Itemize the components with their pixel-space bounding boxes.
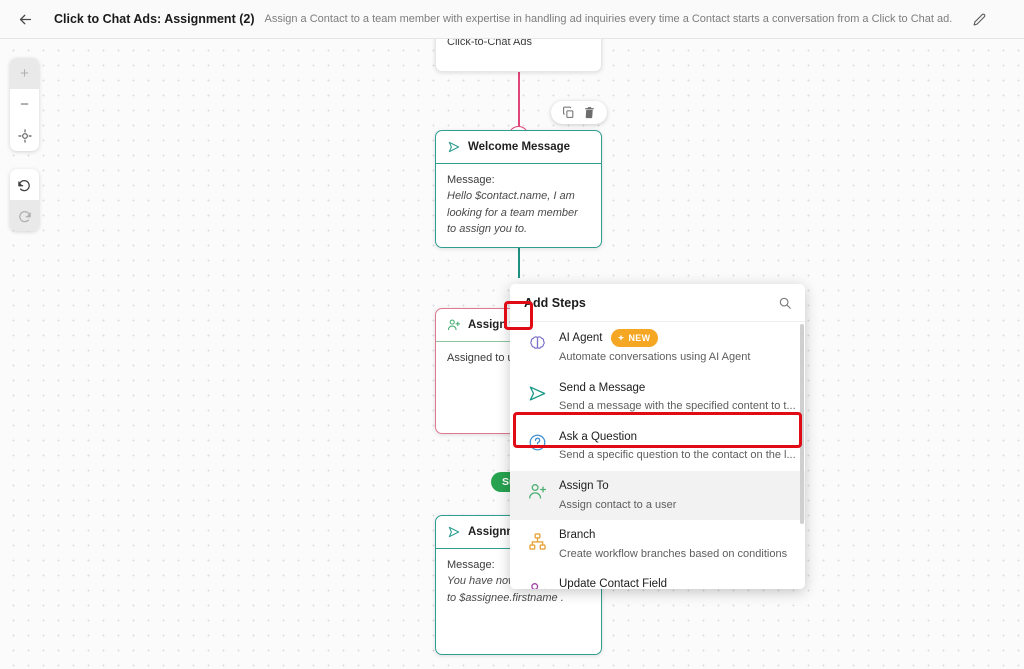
assign-user-icon	[447, 319, 461, 331]
node-welcome-message[interactable]: Welcome Message Message: Hello $contact.…	[435, 130, 602, 248]
update-contact-icon	[526, 579, 548, 589]
connector-trigger-welcome	[518, 69, 520, 129]
search-icon	[779, 297, 791, 309]
new-badge-label: NEW	[628, 332, 651, 343]
step-name-row: Update Contact Field	[559, 576, 791, 589]
minus-icon: −	[20, 96, 29, 113]
step-description: Send a message with the specified conten…	[559, 400, 796, 413]
step-label: AI Agent	[559, 331, 603, 344]
message-label: Message:	[447, 174, 495, 186]
node-header: Welcome Message	[436, 131, 601, 164]
step-name-row: AI Agent NEW	[559, 329, 791, 348]
page-description: Assign a Contact to a team member with e…	[264, 13, 953, 25]
plus-icon: +	[20, 65, 29, 82]
undo-button[interactable]	[10, 169, 39, 200]
back-button[interactable]	[8, 2, 42, 36]
step-description: Assign contact to a user	[559, 498, 677, 511]
step-text: Send a Message Send a message with the s…	[559, 380, 796, 415]
step-label: Send a Message	[559, 381, 646, 394]
undo-icon	[18, 180, 30, 192]
copy-node-button[interactable]	[562, 106, 575, 119]
search-button[interactable]	[778, 296, 792, 310]
step-item-update-contact-field[interactable]: Update Contact Field Modifies contact fi…	[510, 569, 805, 589]
step-label: Update Contact Field	[559, 578, 668, 589]
delete-node-button[interactable]	[583, 106, 596, 119]
panel-header: Add Steps	[510, 284, 805, 322]
pencil-icon	[973, 13, 986, 25]
redo-button[interactable]	[10, 200, 39, 231]
step-description: Automate conversations using AI Agent	[559, 351, 751, 364]
zoom-toolbar: + −	[10, 58, 39, 151]
add-steps-panel: Add Steps AI Agent NEW Automate conversa…	[510, 284, 805, 589]
step-description: Create workflow branches based on condit…	[559, 547, 788, 560]
step-item-ask-a-question[interactable]: Ask a Question Send a specific question …	[510, 422, 805, 471]
step-text: Branch Create workflow branches based on…	[559, 527, 791, 562]
fit-view-button[interactable]	[10, 120, 39, 151]
node-title-text: Welcome Message	[468, 141, 571, 153]
steps-list: AI Agent NEW Automate conversations usin…	[510, 322, 805, 589]
message-value: Hello $contact.name, I am looking for a …	[447, 190, 578, 235]
node-toolbar	[551, 101, 607, 124]
redo-icon	[19, 211, 31, 223]
flow-canvas[interactable]: + − Click-to-Chat Ads Welcome Message Me…	[0, 39, 1024, 669]
step-text: Update Contact Field Modifies contact fi…	[559, 576, 791, 589]
step-text: Ask a Question Send a specific question …	[559, 429, 796, 464]
step-text: AI Agent NEW Automate conversations usin…	[559, 329, 791, 366]
panel-scrollbar[interactable]	[799, 324, 804, 524]
page-title: Click to Chat Ads: Assignment (2)	[54, 12, 255, 26]
new-badge: NEW	[611, 329, 659, 348]
send-message-icon	[448, 526, 460, 538]
message-value-line2: to $assignee.firstname .	[447, 591, 564, 604]
step-label: Assign To	[559, 479, 609, 492]
question-circle-icon	[526, 432, 548, 454]
connector-welcome-next	[518, 248, 520, 278]
step-name-row: Assign To	[559, 478, 791, 495]
history-toolbar	[10, 169, 39, 231]
step-name-row: Ask a Question	[559, 429, 791, 446]
step-label: Ask a Question	[559, 430, 637, 443]
copy-icon	[563, 106, 574, 118]
step-label: Branch	[559, 529, 596, 542]
step-text: Assign To Assign contact to a user	[559, 478, 791, 513]
sparkle-icon	[618, 334, 625, 342]
node-content: Message: Hello $contact.name, I am looki…	[436, 164, 601, 247]
crosshair-icon	[17, 128, 32, 143]
step-description: Send a specific question to the contact …	[559, 449, 796, 462]
app-header: Click to Chat Ads: Assignment (2) Assign…	[0, 0, 1024, 39]
branch-icon	[526, 530, 548, 552]
panel-title: Add Steps	[524, 295, 586, 310]
node-trigger[interactable]: Click-to-Chat Ads	[435, 39, 602, 72]
edit-title-button[interactable]	[966, 6, 992, 32]
step-item-ai-agent[interactable]: AI Agent NEW Automate conversations usin…	[510, 322, 805, 373]
trigger-title: Click-to-Chat Ads	[447, 39, 532, 48]
step-name-row: Branch	[559, 527, 791, 544]
send-message-icon	[526, 383, 548, 405]
arrow-left-icon	[19, 14, 31, 24]
zoom-in-button[interactable]: +	[10, 58, 39, 89]
step-name-row: Send a Message	[559, 380, 791, 397]
workflow-builder-app: Click to Chat Ads: Assignment (2) Assign…	[0, 0, 1024, 669]
step-item-branch[interactable]: Branch Create workflow branches based on…	[510, 520, 805, 569]
step-item-send-a-message[interactable]: Send a Message Send a message with the s…	[510, 373, 805, 422]
assign-user-icon	[526, 481, 548, 503]
send-message-icon	[448, 141, 460, 153]
step-item-assign-to[interactable]: Assign To Assign contact to a user	[510, 470, 805, 521]
zoom-out-button[interactable]: −	[10, 89, 39, 120]
trash-icon	[585, 107, 594, 119]
brain-icon	[526, 332, 548, 354]
